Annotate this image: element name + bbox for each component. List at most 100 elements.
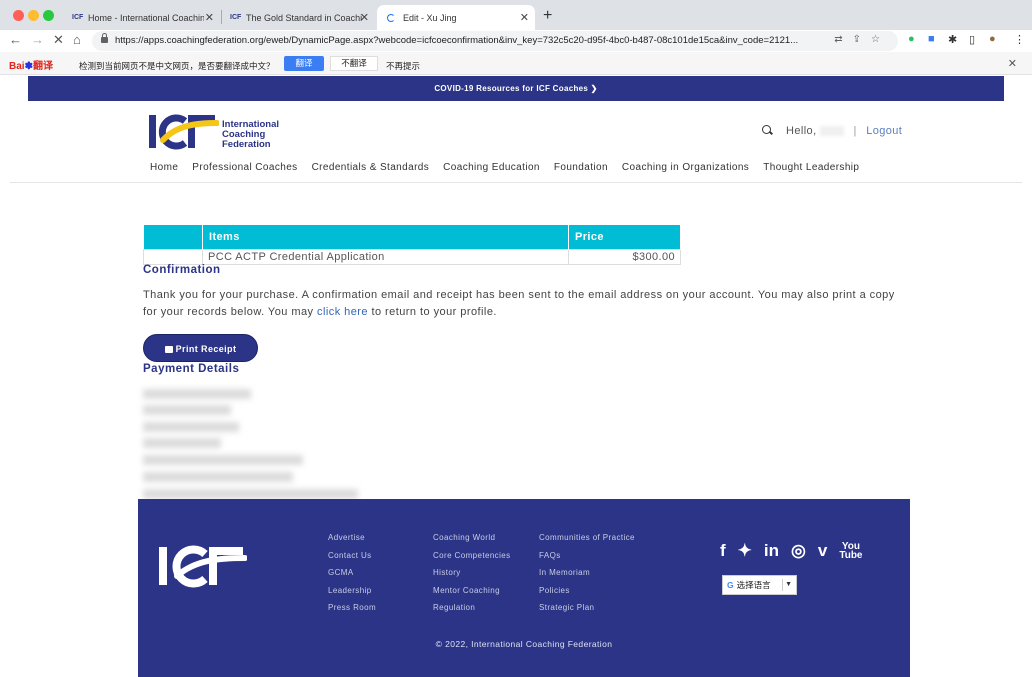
return-to-profile-link[interactable]: click here bbox=[317, 306, 368, 318]
google-g-icon: G bbox=[727, 580, 734, 590]
footer-link-contact-us[interactable]: Contact Us bbox=[328, 547, 376, 565]
lock-icon[interactable] bbox=[101, 33, 108, 43]
footer-link-coaching-world[interactable]: Coaching World bbox=[433, 529, 511, 547]
tab-title: The Gold Standard in Coaching bbox=[246, 12, 362, 23]
nav-coaching-in-organizations[interactable]: Coaching in Organizations bbox=[622, 162, 749, 173]
translate-extension-icon[interactable]: ■ bbox=[928, 33, 935, 45]
instagram-icon[interactable]: ◎ bbox=[791, 541, 806, 561]
facebook-icon[interactable]: f bbox=[720, 541, 726, 561]
redacted-payment-line bbox=[143, 422, 239, 432]
address-bar[interactable]: https://apps.coachingfederation.org/eweb… bbox=[92, 31, 898, 51]
profile-avatar[interactable]: ● bbox=[989, 33, 996, 45]
nav-coaching-education[interactable]: Coaching Education bbox=[443, 162, 540, 173]
vimeo-icon[interactable]: v bbox=[818, 541, 827, 561]
language-select[interactable]: G 选择语言 ▼ bbox=[722, 575, 797, 595]
tab-edit-active[interactable]: Edit - Xu Jing ✕ bbox=[377, 5, 535, 30]
divider: | bbox=[853, 125, 857, 137]
footer-link-press-room[interactable]: Press Room bbox=[328, 599, 376, 617]
footer-link-advertise[interactable]: Advertise bbox=[328, 529, 376, 547]
sidebar-toggle-icon[interactable]: ▯ bbox=[969, 33, 975, 46]
evernote-extension-icon[interactable]: ● bbox=[908, 33, 915, 45]
footer-link-mentor-coaching[interactable]: Mentor Coaching bbox=[433, 582, 511, 600]
linkedin-icon[interactable]: in bbox=[764, 541, 779, 561]
nav-home[interactable]: Home bbox=[150, 162, 178, 173]
column-header-items: Items bbox=[202, 225, 569, 249]
baidu-logo-text: Bai bbox=[9, 61, 25, 72]
zoom-window-button[interactable] bbox=[43, 10, 54, 21]
url-text[interactable]: https://apps.coachingfederation.org/eweb… bbox=[115, 35, 835, 46]
footer-link-core-competencies[interactable]: Core Competencies bbox=[433, 547, 511, 565]
social-links: f ✦ in ◎ v You Tube bbox=[720, 541, 863, 561]
browser-menu-icon[interactable]: ⋮ bbox=[1014, 33, 1025, 46]
nav-thought-leadership[interactable]: Thought Leadership bbox=[763, 162, 859, 173]
redacted-username bbox=[820, 126, 844, 137]
item-price-cell: $300.00 bbox=[568, 248, 681, 265]
logout-link[interactable]: Logout bbox=[866, 125, 902, 137]
footer-link-regulation[interactable]: Regulation bbox=[433, 599, 511, 617]
hello-text: Hello, bbox=[786, 125, 817, 137]
close-tab-icon[interactable]: ✕ bbox=[205, 11, 214, 24]
row-blank-cell bbox=[143, 248, 203, 265]
loading-spinner-icon bbox=[387, 13, 395, 22]
nav-credentials-standards[interactable]: Credentials & Standards bbox=[312, 162, 430, 173]
confirmation-text-part: Thank you for your purchase. A confirmat… bbox=[143, 289, 895, 318]
stop-loading-icon[interactable]: ✕ bbox=[53, 32, 64, 48]
home-icon[interactable]: ⌂ bbox=[73, 32, 81, 47]
footer-link-faqs[interactable]: FAQs bbox=[539, 547, 635, 565]
search-icon[interactable] bbox=[762, 125, 771, 134]
footer-link-policies[interactable]: Policies bbox=[539, 582, 635, 600]
footer-link-gcma[interactable]: GCMA bbox=[328, 564, 376, 582]
close-tab-icon[interactable]: ✕ bbox=[360, 11, 369, 24]
baidu-translate-logo: Bai✽翻译 bbox=[9, 57, 53, 72]
close-tab-icon[interactable]: ✕ bbox=[520, 11, 529, 24]
print-receipt-label: Print Receipt bbox=[175, 344, 237, 354]
never-prompt-button[interactable]: 不再提示 bbox=[386, 60, 420, 72]
redacted-payment-line bbox=[143, 389, 251, 399]
column-header-price: Price bbox=[568, 225, 681, 249]
icf-footer-logo[interactable] bbox=[157, 544, 247, 590]
logo-line: Federation bbox=[222, 139, 271, 150]
redacted-payment-line bbox=[143, 405, 231, 415]
back-arrow-icon[interactable]: ← bbox=[9, 32, 22, 47]
nav-foundation[interactable]: Foundation bbox=[554, 162, 608, 173]
close-infobar-icon[interactable]: ✕ bbox=[1008, 57, 1017, 70]
twitter-icon[interactable]: ✦ bbox=[738, 541, 752, 561]
tab-home[interactable]: ICF Home - International Coaching ✕ bbox=[62, 5, 220, 30]
payment-details-heading: Payment Details bbox=[143, 363, 240, 375]
omnibox-action-icons[interactable]: ⇄⇪☆ bbox=[834, 34, 890, 45]
new-tab-button[interactable]: + bbox=[543, 7, 552, 25]
footer-link-communities[interactable]: Communities of Practice bbox=[539, 529, 635, 547]
footer-link-in-memoriam[interactable]: In Memoriam bbox=[539, 564, 635, 582]
no-translate-button[interactable]: 不翻译 bbox=[330, 56, 378, 71]
order-items-table: Items Price PCC ACTP Credential Applicat… bbox=[143, 225, 681, 265]
footer-link-strategic-plan[interactable]: Strategic Plan bbox=[539, 599, 635, 617]
tab-gold-standard[interactable]: ICF The Gold Standard in Coaching ✕ bbox=[220, 5, 375, 30]
printer-icon bbox=[164, 346, 173, 353]
redacted-payment-line bbox=[143, 472, 293, 482]
covid-banner-link[interactable]: COVID-19 Resources for ICF Coaches ❯ bbox=[28, 76, 1004, 101]
site-footer: Advertise Contact Us GCMA Leadership Pre… bbox=[138, 499, 910, 677]
user-greeting: Hello, | Logout bbox=[786, 125, 902, 137]
main-navigation: Home Professional Coaches Credentials & … bbox=[150, 162, 859, 173]
nav-professional-coaches[interactable]: Professional Coaches bbox=[192, 162, 297, 173]
youtube-icon[interactable]: You Tube bbox=[839, 542, 862, 561]
confirmation-heading: Confirmation bbox=[143, 264, 221, 276]
forward-arrow-icon[interactable]: → bbox=[31, 32, 44, 47]
translate-button[interactable]: 翻译 bbox=[284, 56, 324, 71]
extensions-puzzle-icon[interactable]: ✱ bbox=[948, 33, 957, 46]
item-name-cell: PCC ACTP Credential Application bbox=[202, 248, 569, 265]
footer-column-2: Coaching World Core Competencies History… bbox=[433, 529, 511, 617]
minimize-window-button[interactable] bbox=[28, 10, 39, 21]
baidu-paw-icon: ✽ bbox=[24, 61, 33, 72]
baidu-logo-suffix: 翻译 bbox=[32, 61, 53, 72]
icf-logo[interactable] bbox=[147, 113, 219, 151]
footer-link-leadership[interactable]: Leadership bbox=[328, 582, 376, 600]
chevron-down-icon: ▼ bbox=[785, 581, 792, 588]
print-receipt-button[interactable]: Print Receipt bbox=[143, 334, 258, 362]
divider bbox=[782, 579, 783, 591]
translate-infobar: Bai✽翻译 检测到当前网页不是中文网页，是否要翻译成中文？ 翻译 不翻译 不再… bbox=[0, 52, 1032, 75]
footer-link-history[interactable]: History bbox=[433, 564, 511, 582]
close-window-button[interactable] bbox=[13, 10, 24, 21]
confirmation-text-part: to return to your profile. bbox=[367, 306, 497, 318]
redacted-payment-line bbox=[143, 455, 303, 465]
